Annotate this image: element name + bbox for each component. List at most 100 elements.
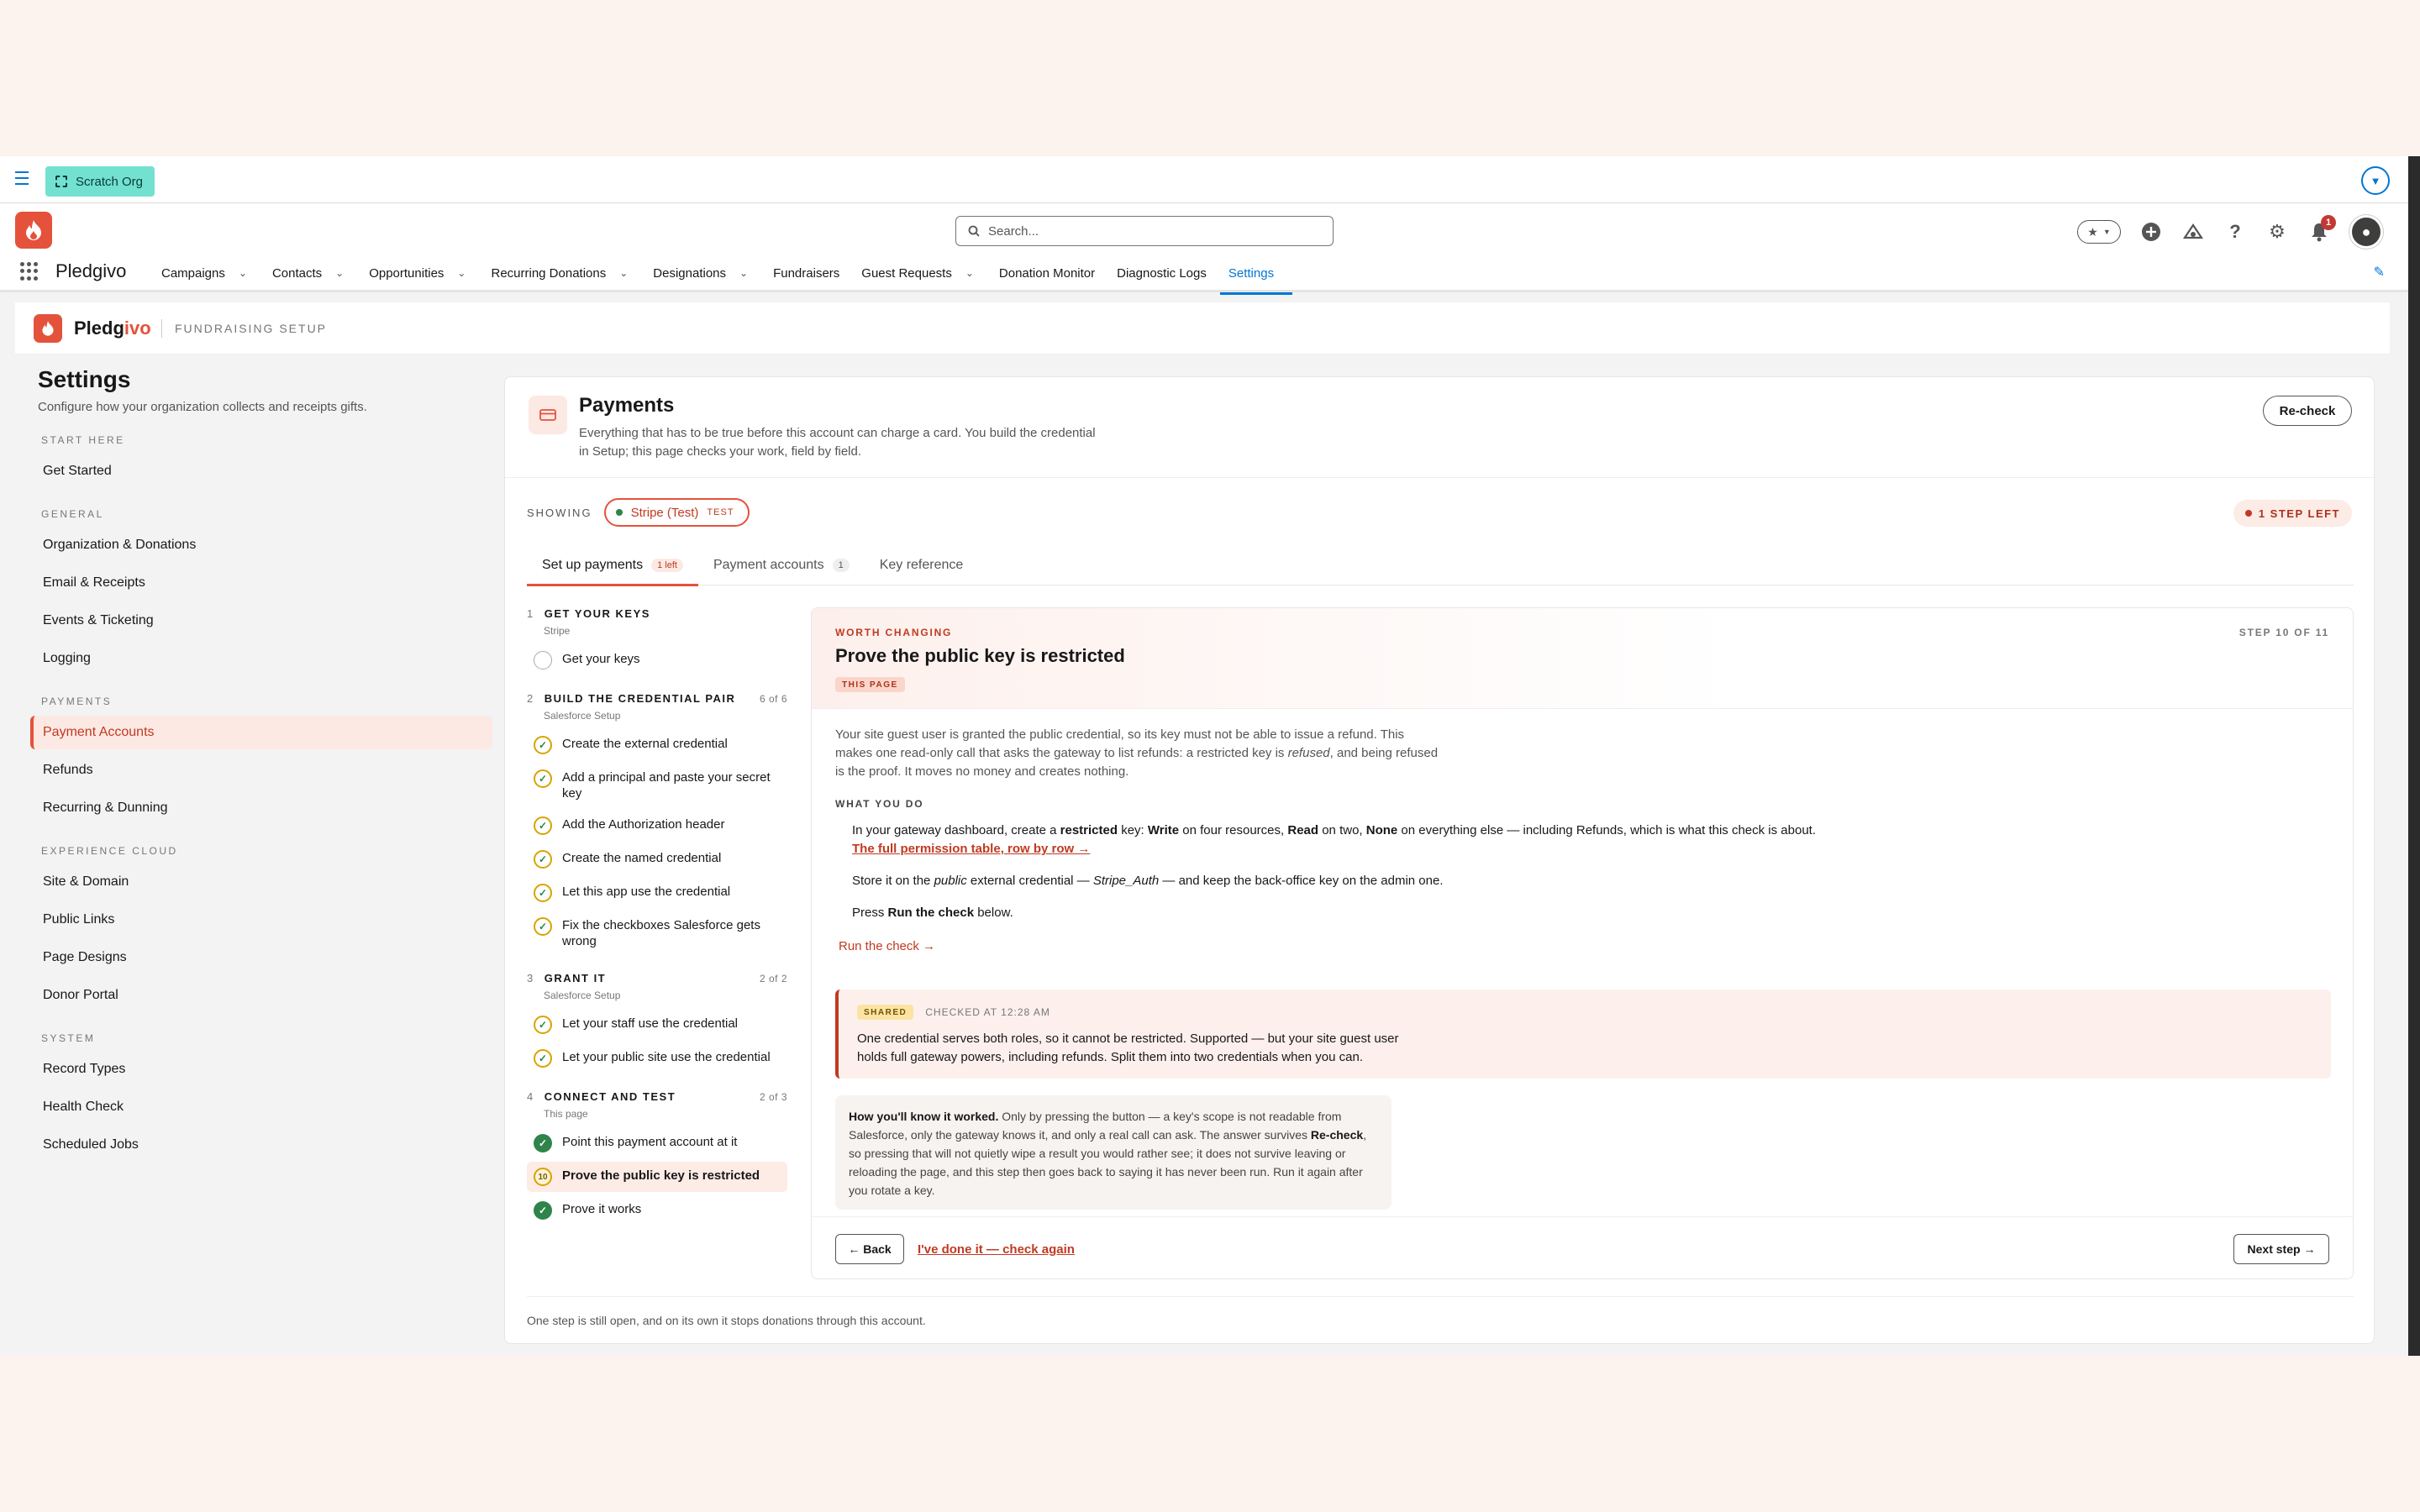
sidebar-item-donor-portal[interactable]: Donor Portal: [30, 979, 492, 1012]
step-group: 1 GET YOUR KEYS Stripe Get your keys: [527, 607, 787, 675]
step-item[interactable]: 10 Prove the public key is restricted: [527, 1162, 787, 1192]
step-item[interactable]: ✓ Let your public site use the credential: [527, 1043, 787, 1074]
check-warning-icon: ✓: [534, 917, 552, 936]
step-counter: STEP 10 OF 11: [2238, 627, 2329, 638]
sidebar-group-label: EXPERIENCE CLOUD: [41, 845, 178, 857]
sidebar-item-email-receipts[interactable]: Email & Receipts: [30, 566, 492, 600]
credit-card-icon: [529, 396, 567, 434]
step-item[interactable]: ✓ Let your staff use the credential: [527, 1010, 787, 1040]
nav-item-label: Donation Monitor: [998, 265, 1096, 281]
chevron-down-icon[interactable]: ⌄: [335, 267, 344, 279]
nav-item-label: Designations: [653, 265, 727, 281]
step-item[interactable]: ✓ Point this payment account at it: [527, 1128, 787, 1158]
chevron-down-icon[interactable]: ▼: [2361, 166, 2390, 195]
check-result-box: SHARED CHECKED AT 12:28 AM One credentia…: [835, 990, 2331, 1079]
sidebar-item-events-ticketing[interactable]: Events & Ticketing: [30, 604, 492, 638]
back-button[interactable]: ← Back: [835, 1234, 904, 1264]
sidebar-item-recurring-dunning[interactable]: Recurring & Dunning: [30, 791, 492, 825]
step-item[interactable]: ✓ Add a principal and paste your secret k…: [527, 764, 787, 807]
edit-nav-icon[interactable]: ✎: [2374, 264, 2385, 281]
nav-item-guest-requests[interactable]: Guest Requests ⌄: [861, 254, 999, 292]
step-group-number: 4: [527, 1090, 534, 1103]
nav-item-settings[interactable]: Settings: [1219, 254, 1296, 295]
nav-item-label: Diagnostic Logs: [1117, 265, 1207, 281]
tab-set-up-payments[interactable]: Set up payments 1 left: [527, 545, 698, 586]
global-search[interactable]: Search...: [955, 216, 1334, 246]
nav-item-fundraisers[interactable]: Fundraisers: [773, 254, 861, 292]
nav-item-designations[interactable]: Designations ⌄: [653, 254, 773, 292]
step-group: 4 CONNECT AND TEST 2 of 3 This page ✓ Point t…: [527, 1090, 787, 1226]
sidebar-item-health-check[interactable]: Health Check: [30, 1090, 492, 1124]
step-group-source: Salesforce Setup: [544, 990, 621, 1001]
sidebar-item-site-domain[interactable]: Site & Domain: [30, 865, 492, 899]
scrollbar[interactable]: [2408, 156, 2420, 1356]
step-item[interactable]: ✓ Create the external credential: [527, 730, 787, 760]
trailhead-icon[interactable]: [2181, 220, 2205, 244]
chevron-down-icon[interactable]: ⌄: [457, 267, 466, 279]
sidebar-item-page-designs[interactable]: Page Designs: [30, 941, 492, 974]
tab-key-reference[interactable]: Key reference: [865, 545, 979, 585]
add-icon[interactable]: [2139, 220, 2163, 244]
instruction-item: Store it on the public external credenti…: [852, 874, 1444, 888]
org-icon: [55, 176, 67, 187]
scratch-org-pill[interactable]: Scratch Org: [45, 166, 155, 197]
step-group: 2 BUILD THE CREDENTIAL PAIR 6 of 6 Salesfor…: [527, 692, 787, 955]
step-item[interactable]: ✓ Create the named credential: [527, 844, 787, 874]
chevron-down-icon: ▼: [2102, 228, 2111, 236]
nav-item-contacts[interactable]: Contacts ⌄: [272, 254, 369, 292]
nav-item-diagnostic-logs[interactable]: Diagnostic Logs: [1117, 254, 1228, 292]
sidebar-item-logging[interactable]: Logging: [30, 642, 492, 675]
app-launcher-icon[interactable]: [20, 262, 39, 281]
tab-count-badge: 1: [832, 559, 850, 572]
gear-icon[interactable]: ⚙: [2265, 220, 2289, 244]
step-item-label: Add a principal and paste your secret ke…: [562, 770, 771, 801]
step-item[interactable]: Get your keys: [527, 645, 787, 675]
flame-icon: [26, 220, 41, 240]
chevron-down-icon[interactable]: ⌄: [965, 267, 974, 279]
nav-item-label: Campaigns: [161, 265, 225, 281]
search-icon: [968, 225, 980, 237]
step-group-number: 1: [527, 607, 534, 620]
favorites-button[interactable]: ★ ▼: [2077, 220, 2121, 244]
sidebar-item-refunds[interactable]: Refunds: [30, 753, 492, 787]
run-check-link[interactable]: Run the check →: [839, 939, 2314, 953]
help-icon[interactable]: ?: [2223, 220, 2247, 244]
step-item-label: Fix the checkboxes Salesforce gets wrong: [562, 918, 760, 948]
step-group-progress: 2 of 3: [759, 1091, 787, 1103]
tab-payment-accounts[interactable]: Payment accounts 1: [698, 545, 865, 585]
step-item[interactable]: ✓ Add the Authorization header: [527, 811, 787, 841]
bell-icon[interactable]: 1: [2307, 215, 2336, 244]
nav-item-opportunities[interactable]: Opportunities ⌄: [369, 254, 491, 292]
recheck-button[interactable]: Re-check: [2263, 396, 2352, 426]
step-item[interactable]: ✓ Fix the checkboxes Salesforce gets wron…: [527, 911, 787, 955]
step-group-source: Stripe: [544, 625, 571, 637]
account-chip-label: Stripe (Test): [630, 505, 699, 520]
check-again-link[interactable]: I've done it — check again: [918, 1242, 1075, 1257]
nav-item-recurring-donations[interactable]: Recurring Donations ⌄: [491, 254, 653, 292]
status-dot: [2244, 510, 2252, 517]
sidebar-item-get-started[interactable]: Get Started: [30, 454, 492, 488]
step-item-label: Let your public site use the credential: [562, 1050, 771, 1064]
sidebar-item-public-links[interactable]: Public Links: [30, 903, 492, 937]
nav-item-donation-monitor[interactable]: Donation Monitor: [999, 254, 1117, 292]
next-step-button[interactable]: Next step →: [2233, 1234, 2329, 1264]
chevron-down-icon[interactable]: ⌄: [739, 267, 748, 279]
step-item[interactable]: ✓ Let this app use the credential: [527, 878, 787, 908]
brand-name: Pledgivo: [74, 318, 151, 339]
sidebar-item-record-types[interactable]: Record Types: [30, 1053, 492, 1086]
chevron-down-icon[interactable]: ⌄: [239, 267, 247, 279]
account-selector[interactable]: Stripe (Test) TEST: [603, 498, 750, 527]
step-group-title: GET YOUR KEYS: [544, 607, 650, 620]
menu-icon[interactable]: [15, 171, 30, 186]
chevron-down-icon[interactable]: ⌄: [619, 267, 628, 279]
step-item[interactable]: ✓ Prove it works: [527, 1195, 787, 1226]
permission-table-link[interactable]: The full permission table, row by row →: [852, 842, 1090, 856]
app-logo[interactable]: [15, 212, 52, 249]
check-warning-icon: ✓: [534, 1016, 552, 1034]
sidebar-item-organization-donations[interactable]: Organization & Donations: [30, 528, 492, 562]
checked-at: CHECKED AT 12:28 AM: [925, 1006, 1050, 1018]
sidebar-item-scheduled-jobs[interactable]: Scheduled Jobs: [30, 1128, 492, 1162]
avatar[interactable]: ●: [2349, 215, 2383, 249]
nav-item-campaigns[interactable]: Campaigns ⌄: [161, 254, 272, 292]
sidebar-item-payment-accounts[interactable]: Payment Accounts: [30, 716, 492, 749]
